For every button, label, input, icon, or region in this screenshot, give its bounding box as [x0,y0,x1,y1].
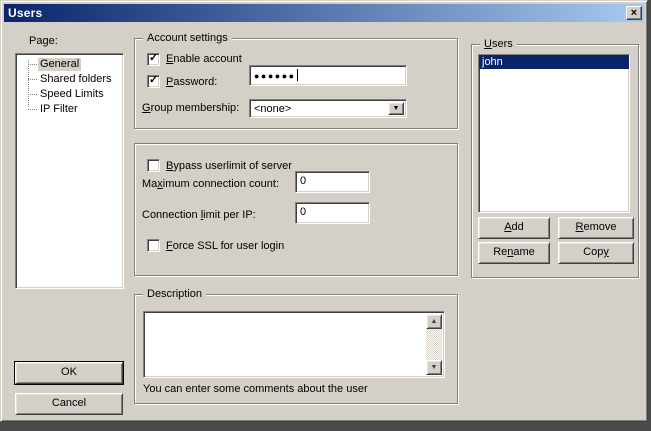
ok-button[interactable]: OK [15,362,123,384]
cancel-button[interactable]: Cancel [15,393,123,415]
group-membership-label: Group membership: [142,102,239,114]
users-dialog: Users × Page: General Shared folders Spe… [0,0,648,422]
users-list[interactable]: john [478,54,630,213]
description-group: Description ▲ ▼ You can enter some comme… [134,294,458,404]
force-ssl-checkbox[interactable] [147,239,160,252]
group-membership-select[interactable]: <none> ▼ [249,99,407,118]
tree-item-general[interactable]: General [38,57,81,71]
bypass-userlimit-checkbox[interactable] [147,159,160,172]
password-label: Password: [166,76,217,88]
password-input[interactable]: ●●●●●● [249,65,407,86]
bypass-userlimit-label: Bypass userlimit of server [166,160,292,172]
description-caption: Description [143,287,206,301]
account-settings-group: Account settings ✓ Enable account ✓ Pass… [134,38,458,129]
enable-account-checkbox[interactable]: ✓ [147,53,160,66]
title-bar[interactable]: Users × [4,4,644,22]
account-settings-caption: Account settings [143,31,232,45]
checkmark-icon: ✓ [149,74,158,87]
connection-per-ip-label: Connection limit per IP: [142,209,256,221]
chevron-down-icon[interactable]: ▼ [388,102,404,115]
tree-item-shared-folders[interactable]: Shared folders [38,72,114,86]
password-value: ●●●●●● [254,71,296,81]
max-connection-value: 0 [300,175,306,187]
text-caret [297,69,298,81]
limits-group: Bypass userlimit of server Maximum conne… [134,143,458,276]
users-caption: Users [480,37,517,51]
remove-button[interactable]: Remove [558,217,634,239]
close-icon[interactable]: × [626,6,642,20]
description-textarea[interactable]: ▲ ▼ [143,311,445,378]
tree-item-speed-limits[interactable]: Speed Limits [38,87,106,101]
users-group: Users john Add Remove Rename Copy [471,44,639,278]
scroll-down-icon[interactable]: ▼ [426,360,442,375]
connection-per-ip-input[interactable]: 0 [295,202,370,224]
description-hint: You can enter some comments about the us… [143,383,368,395]
enable-account-label: Enable account [166,53,242,65]
tree-line [28,60,29,107]
password-checkbox[interactable]: ✓ [147,75,160,88]
max-connection-label: Maximum connection count: [142,178,279,190]
tree-item-ip-filter[interactable]: IP Filter [38,102,80,116]
max-connection-input[interactable]: 0 [295,171,370,193]
connection-per-ip-value: 0 [300,206,306,218]
force-ssl-label: Force SSL for user login [166,240,284,252]
add-button[interactable]: Add [478,217,550,239]
page-label: Page: [29,35,58,47]
checkmark-icon: ✓ [149,52,158,65]
window-title: Users [8,6,42,20]
rename-button[interactable]: Rename [478,242,550,264]
copy-button[interactable]: Copy [558,242,634,264]
page-tree[interactable]: General Shared folders Speed Limits IP F… [15,53,124,289]
scroll-up-icon[interactable]: ▲ [426,314,442,329]
list-item-john[interactable]: john [479,55,629,69]
description-scrollbar[interactable]: ▲ ▼ [426,314,442,375]
group-membership-value: <none> [254,103,291,115]
